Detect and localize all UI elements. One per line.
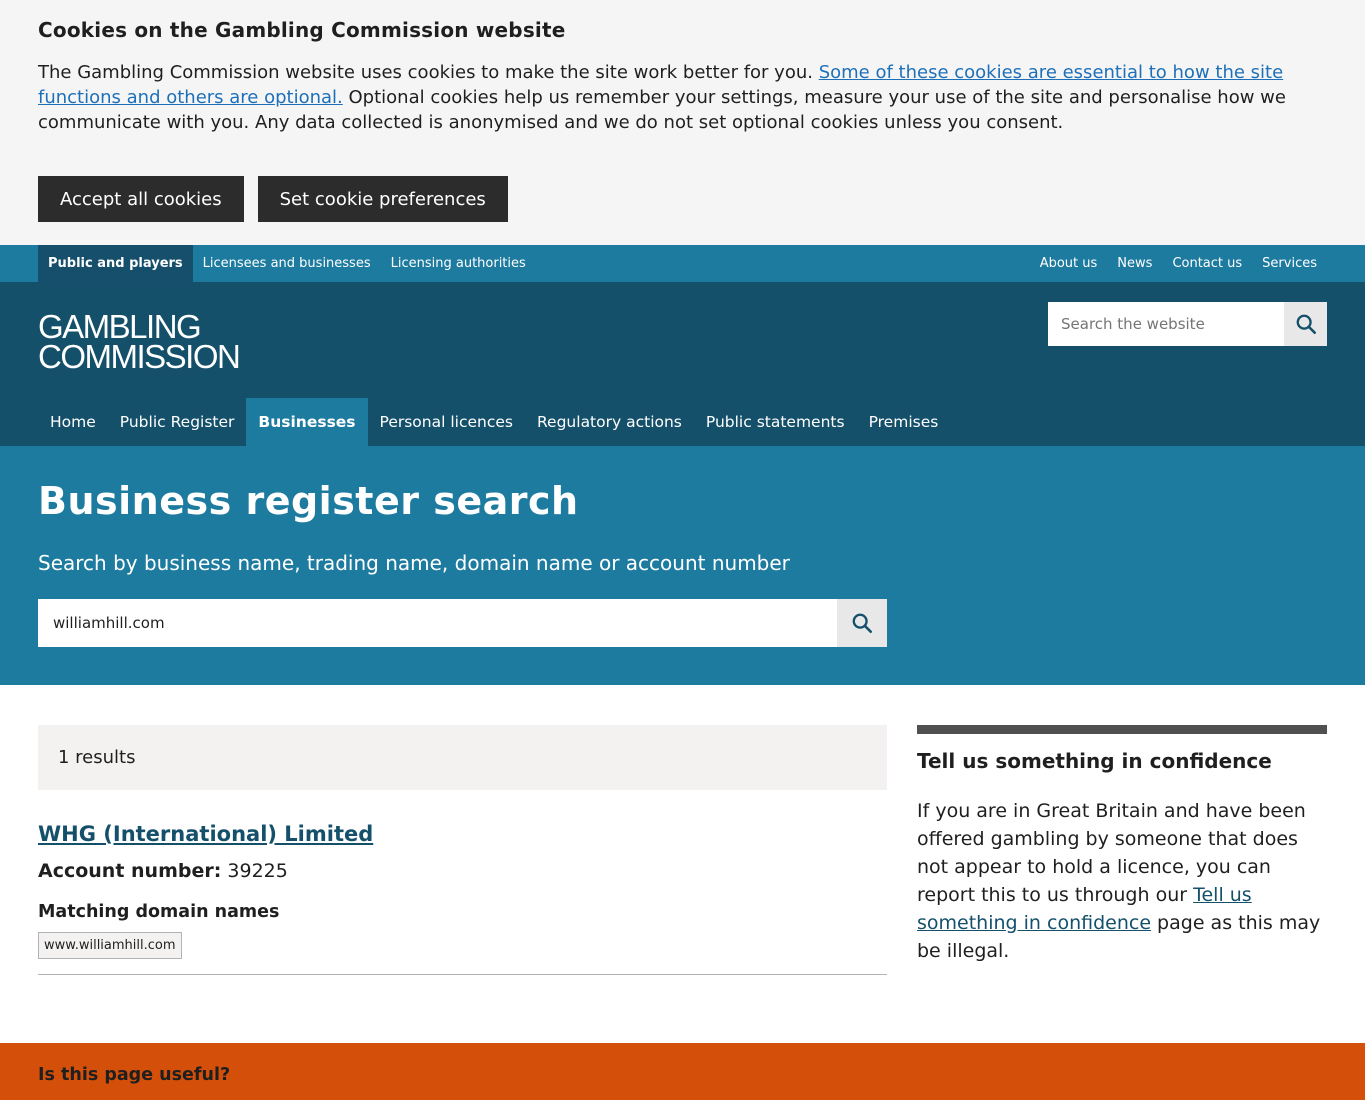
cookie-banner-title: Cookies on the Gambling Commission websi… [38, 18, 566, 42]
site-search-input[interactable] [1048, 302, 1284, 346]
page-subtitle: Search by business name, trading name, d… [38, 551, 790, 575]
site-search [1048, 302, 1327, 346]
cookie-text-intro: The Gambling Commission website uses coo… [38, 62, 819, 83]
gambling-commission-logo[interactable]: GAMBLING COMMISSION [38, 310, 241, 375]
audience-nav-left: Public and players Licensees and busines… [38, 245, 536, 282]
register-search [38, 599, 887, 647]
hero-section: Business register search Search by busin… [0, 446, 1365, 685]
sidebar-title: Tell us something in confidence [917, 749, 1272, 773]
nav-home[interactable]: Home [38, 398, 108, 446]
nav-public-statements[interactable]: Public statements [694, 398, 857, 446]
site-search-button[interactable] [1284, 302, 1327, 346]
account-number-row: Account number: 39225 [38, 860, 887, 882]
cookie-banner: Cookies on the Gambling Commission websi… [0, 0, 1365, 245]
utility-nav: About us News Contact us Services [1030, 245, 1327, 282]
confidence-sidebar: Tell us something in confidence If you a… [917, 725, 1327, 1043]
nav-public-register[interactable]: Public Register [108, 398, 247, 446]
feedback-bar: Is this page useful? [0, 1043, 1365, 1100]
register-search-button[interactable] [837, 599, 887, 647]
site-header: GAMBLING COMMISSION Home Public Register… [0, 282, 1365, 446]
main-nav: Home Public Register Businesses Personal… [38, 398, 950, 446]
utility-link-news[interactable]: News [1107, 245, 1162, 282]
cookie-buttons: Accept all cookies Set cookie preference… [38, 176, 1327, 222]
utility-link-contact-us[interactable]: Contact us [1162, 245, 1252, 282]
accept-all-cookies-button[interactable]: Accept all cookies [38, 176, 244, 222]
utility-link-about-us[interactable]: About us [1030, 245, 1108, 282]
results-count: 1 results [38, 725, 887, 790]
nav-regulatory-actions[interactable]: Regulatory actions [525, 398, 694, 446]
cookie-banner-text: The Gambling Commission website uses coo… [38, 60, 1327, 135]
logo-line-2: COMMISSION [38, 338, 241, 375]
audience-tab-public-and-players[interactable]: Public and players [38, 245, 193, 282]
feedback-question: Is this page useful? [38, 1065, 231, 1085]
main-content: 1 results WHG (International) Limited Ac… [0, 685, 1365, 1043]
sidebar-text: If you are in Great Britain and have bee… [917, 797, 1327, 965]
register-search-input[interactable] [38, 599, 837, 647]
domain-tag: www.williamhill.com [38, 932, 182, 959]
result-business-link[interactable]: WHG (International) Limited [38, 822, 373, 846]
account-number-label: Account number: [38, 860, 222, 882]
set-cookie-preferences-button[interactable]: Set cookie preferences [257, 176, 508, 222]
search-icon [852, 613, 872, 633]
page-title: Business register search [38, 479, 579, 523]
audience-tab-licensing-authorities[interactable]: Licensing authorities [381, 245, 536, 282]
audience-nav: Public and players Licensees and busines… [0, 245, 1365, 282]
matching-domains-heading: Matching domain names [38, 902, 280, 922]
results-column: 1 results WHG (International) Limited Ac… [38, 725, 887, 1043]
audience-tab-licensees-and-businesses[interactable]: Licensees and businesses [193, 245, 381, 282]
account-number-value: 39225 [227, 860, 288, 882]
utility-link-services[interactable]: Services [1252, 245, 1327, 282]
nav-personal-licences[interactable]: Personal licences [368, 398, 525, 446]
nav-premises[interactable]: Premises [857, 398, 951, 446]
search-icon [1296, 314, 1316, 334]
nav-businesses[interactable]: Businesses [246, 398, 368, 446]
result-item: WHG (International) Limited Account numb… [38, 790, 887, 975]
